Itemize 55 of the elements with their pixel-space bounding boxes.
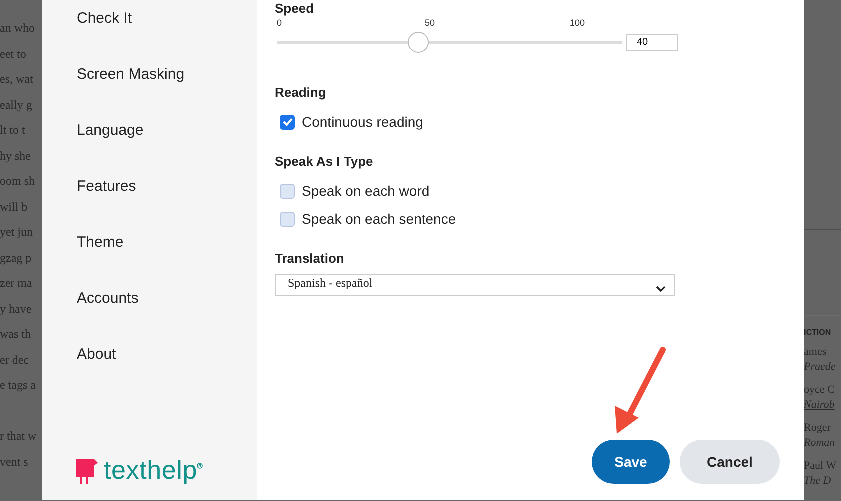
background-text: er dec	[0, 352, 30, 368]
sidebar-item[interactable]: Check It	[77, 8, 257, 64]
background-text: Roger	[804, 421, 832, 436]
checkbox-label: Speak on each word	[302, 183, 430, 199]
registered-mark-icon	[197, 463, 204, 469]
checkbox-label: Continuous reading	[302, 114, 424, 130]
background-text: es, wat	[0, 71, 34, 88]
section-heading: Reading	[275, 85, 328, 100]
save-button[interactable]: Save	[592, 440, 670, 484]
background-text: yet jun	[0, 224, 34, 241]
background-text: will b	[0, 198, 29, 216]
checkbox[interactable]	[280, 184, 295, 198]
sidebar-item[interactable]: Language	[77, 120, 257, 176]
background-text: y have	[0, 300, 33, 318]
background-text: oom sh	[0, 173, 36, 190]
background-text: an who	[0, 20, 36, 37]
logo-text: texthelp	[104, 455, 198, 486]
background-text: Nairob	[804, 398, 836, 413]
speed-input-field[interactable]: 40	[626, 34, 678, 51]
checkbox[interactable]	[280, 212, 295, 226]
background-heading: ICTION	[804, 328, 832, 337]
background-text: r that w	[0, 428, 38, 445]
background-text: gzag p	[0, 250, 33, 267]
tick-label: 100	[570, 18, 586, 28]
background-text: eet to	[0, 46, 28, 62]
background-text: zer ma	[0, 275, 34, 292]
background-text: lt to t	[0, 122, 26, 139]
background-text: e tags a	[0, 377, 37, 394]
section-heading: Translation	[275, 251, 346, 266]
background-text: was th	[0, 326, 32, 343]
chevron-down-icon	[656, 286, 666, 293]
background-text: The D	[804, 474, 832, 489]
cancel-button[interactable]: Cancel	[680, 440, 780, 484]
background-text: eally g	[0, 96, 34, 114]
sidebar-item[interactable]: Theme	[77, 232, 257, 288]
checkbox-label: Speak on each sentence	[302, 211, 456, 227]
slider-thumb[interactable]	[408, 32, 430, 53]
background-text: Roman	[804, 436, 836, 451]
background-text: ames	[804, 345, 828, 360]
tick-label: 0	[277, 18, 282, 28]
background-text: Paul W	[804, 459, 838, 474]
language-dropdown[interactable]: Spanish - español	[275, 274, 675, 296]
section-heading: Speed	[275, 1, 316, 16]
sidebar-item[interactable]: Accounts	[77, 288, 257, 344]
sidebar-item[interactable]: Screen Masking	[77, 64, 257, 120]
section-heading: Speak As I Type	[275, 154, 374, 169]
tick-label: 50	[425, 18, 436, 28]
background-text: vent s	[0, 454, 30, 470]
background-text: hy she	[0, 148, 32, 165]
background-text: oyce C	[804, 383, 836, 398]
background-text: Praede	[804, 360, 837, 375]
sidebar-item[interactable]: Features	[77, 176, 257, 232]
checkbox[interactable]	[280, 114, 295, 130]
bird-logo-icon	[74, 456, 98, 484]
sidebar-item[interactable]: About	[77, 344, 257, 400]
